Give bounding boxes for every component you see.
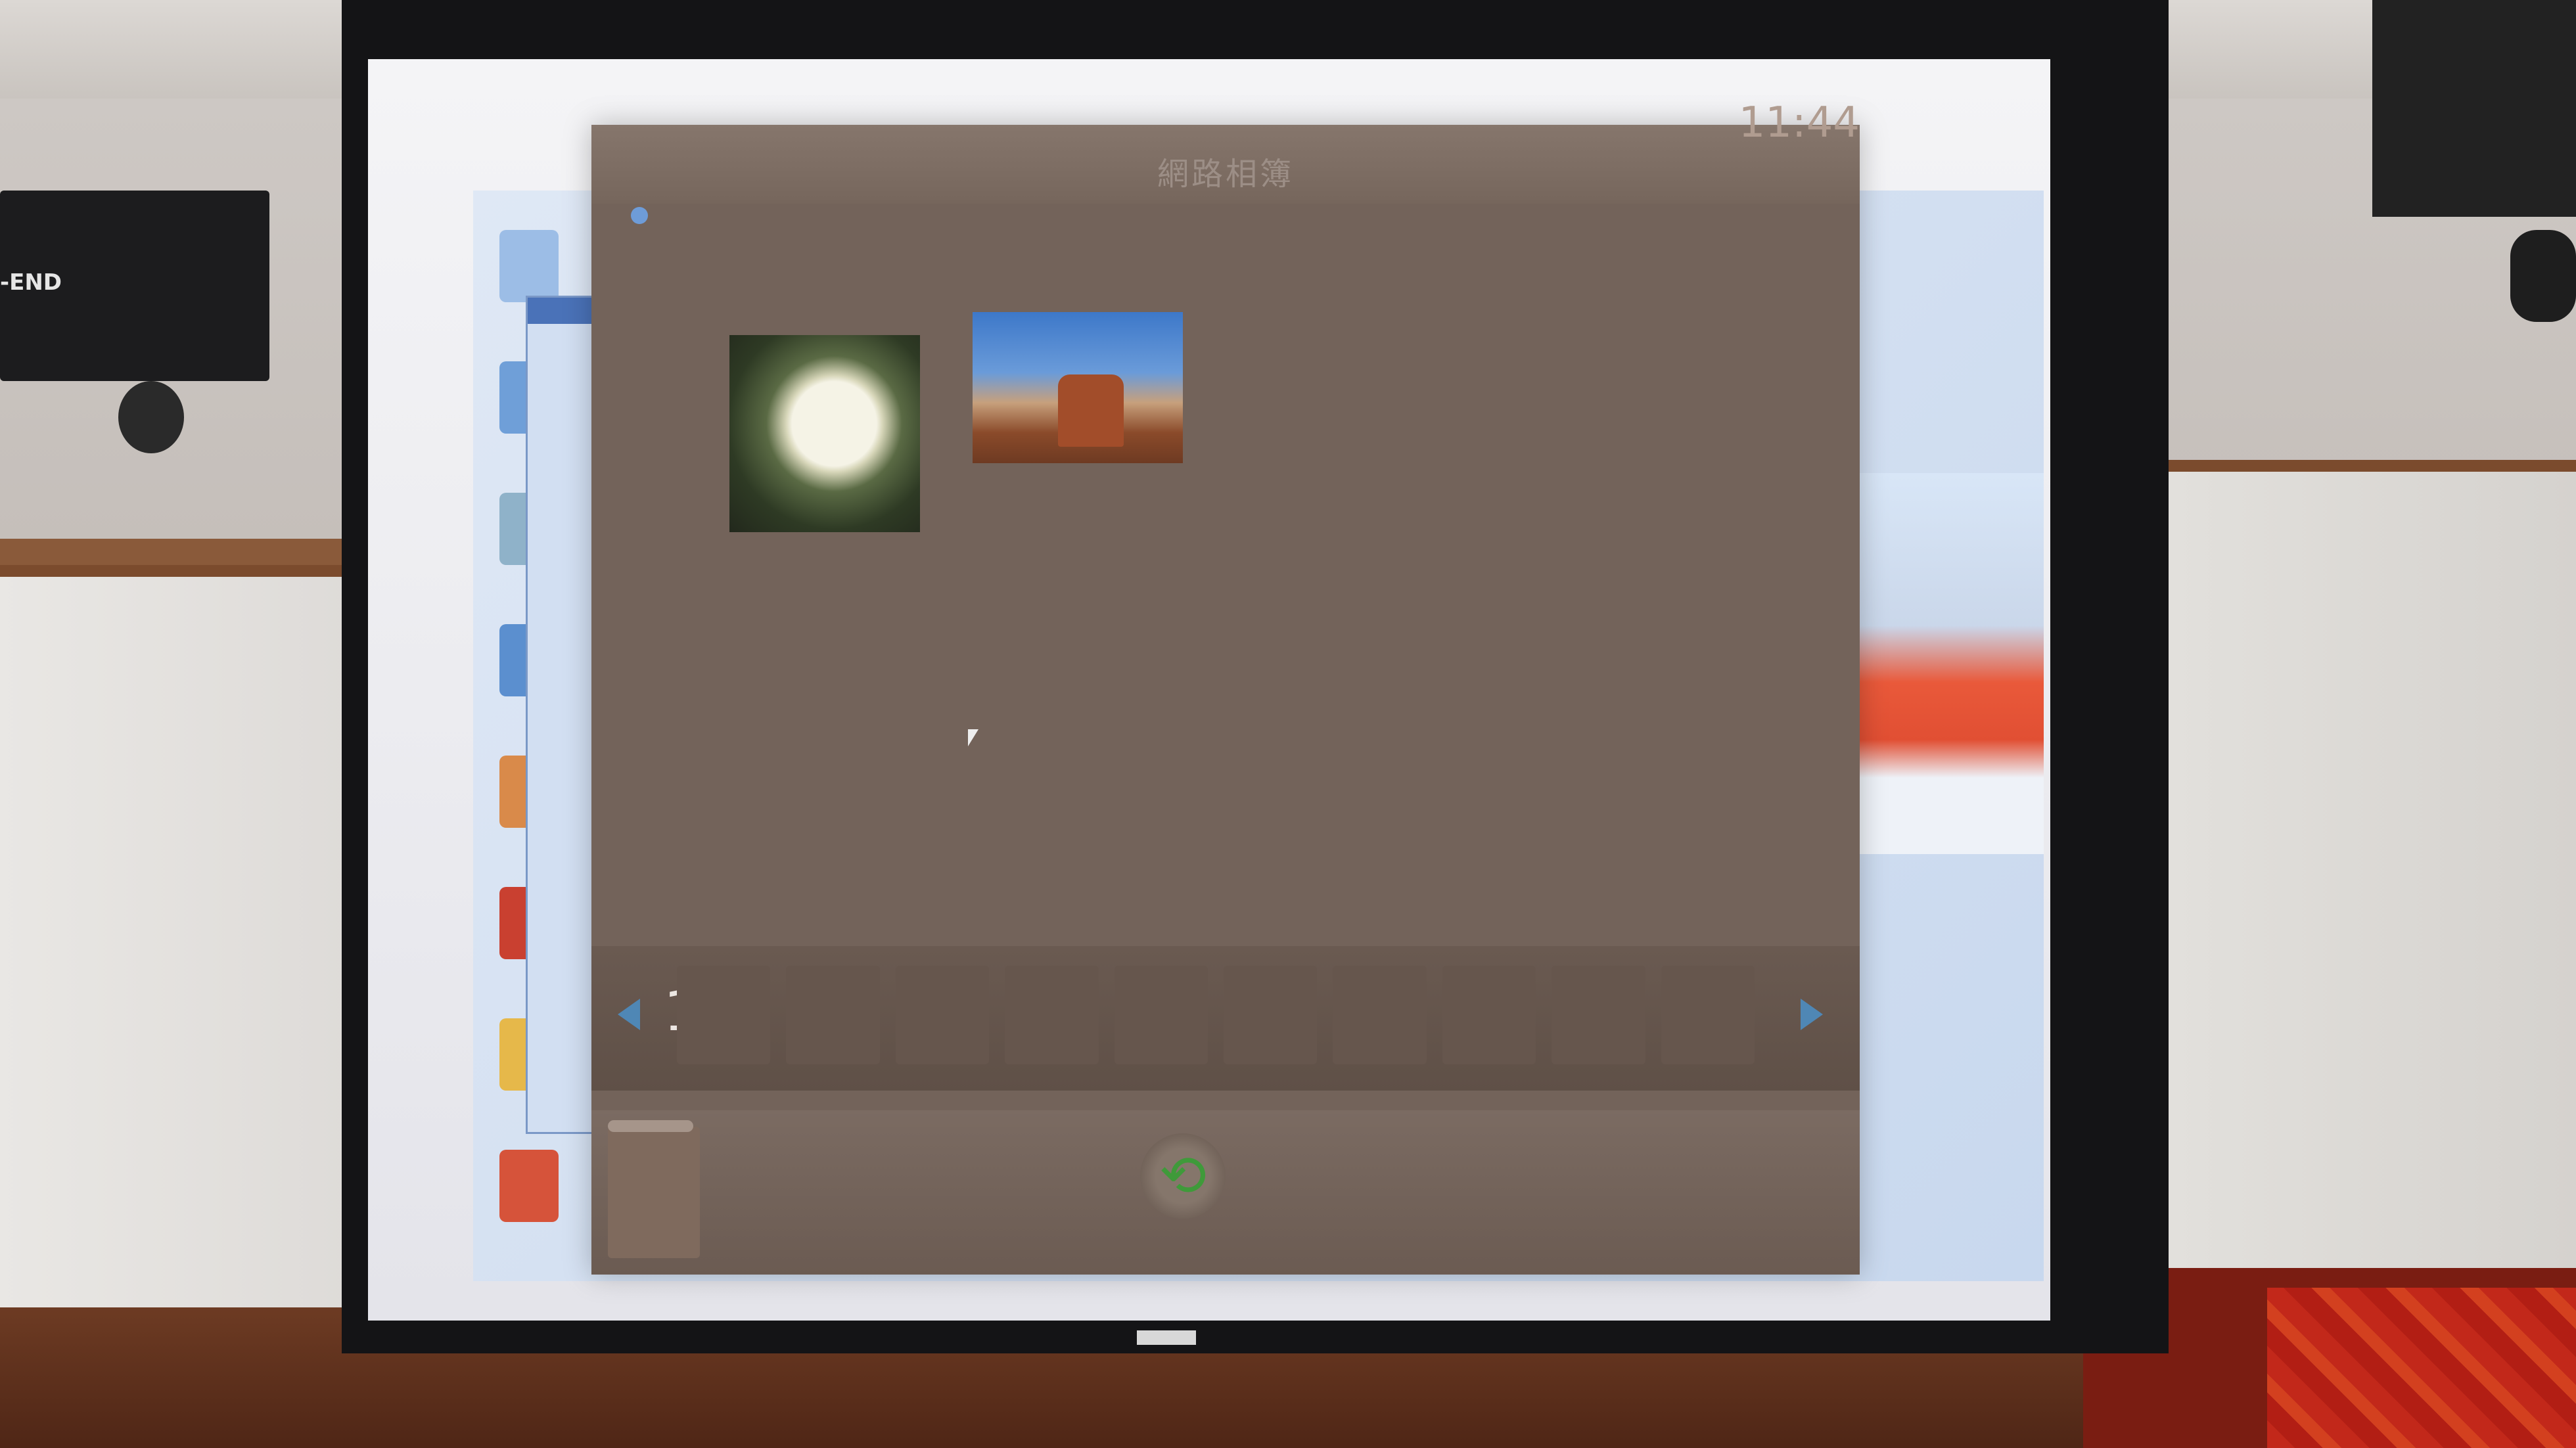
wall-camera	[2510, 230, 2576, 322]
bottom-thumbnail[interactable]	[608, 1127, 700, 1258]
refresh-button[interactable]: ⟲	[1140, 1133, 1226, 1219]
butte-shape	[1058, 374, 1124, 447]
thumbnail-slot[interactable]	[1333, 966, 1427, 1064]
thumbnail-slot[interactable]	[1442, 966, 1536, 1064]
app-title: 網路相簿	[1157, 156, 1294, 192]
clock: 11:44	[1738, 99, 1860, 147]
thumbnail-slot[interactable]	[677, 966, 771, 1064]
desktop-icon[interactable]	[499, 1150, 559, 1222]
scroll-handle[interactable]	[608, 1120, 693, 1132]
speaker-label: -END	[0, 269, 62, 296]
thumbnail-slot[interactable]	[1005, 966, 1099, 1064]
bottom-toolbar: ⟲	[591, 1110, 1860, 1275]
thumbnail-slot[interactable]	[1552, 966, 1645, 1064]
podium-cloth	[2267, 1288, 2576, 1448]
desert-butte-photo[interactable]	[973, 312, 1183, 463]
mouse-cursor-icon	[968, 729, 978, 746]
thumbnail-strip: 1	[591, 946, 1860, 1091]
chevron-left-icon[interactable]	[618, 999, 640, 1030]
chevron-right-icon[interactable]	[1801, 999, 1823, 1030]
app-titlebar: 網路相簿 11:44	[591, 99, 1860, 204]
wall-monitor	[2372, 0, 2576, 217]
photo-album-app: 1 ⟲	[591, 125, 1860, 1275]
thumbnail-slot[interactable]	[895, 966, 990, 1064]
refresh-icon: ⟲	[1159, 1143, 1207, 1209]
thumbnail-slot[interactable]	[1114, 966, 1208, 1064]
thumbnail-slot[interactable]	[1224, 966, 1318, 1064]
app-icon	[631, 207, 648, 224]
thumbnail-slot[interactable]	[1661, 966, 1755, 1064]
background-window	[1833, 473, 2044, 854]
screen-brand-plate	[1137, 1330, 1196, 1345]
desktop-icon[interactable]	[499, 230, 559, 302]
speaker-mount	[118, 381, 184, 453]
thumbnail-slots	[677, 966, 1755, 1064]
whiteboard-right	[2169, 460, 2576, 1326]
thumbnail-slot[interactable]	[786, 966, 880, 1064]
flower-photo[interactable]	[729, 335, 920, 532]
